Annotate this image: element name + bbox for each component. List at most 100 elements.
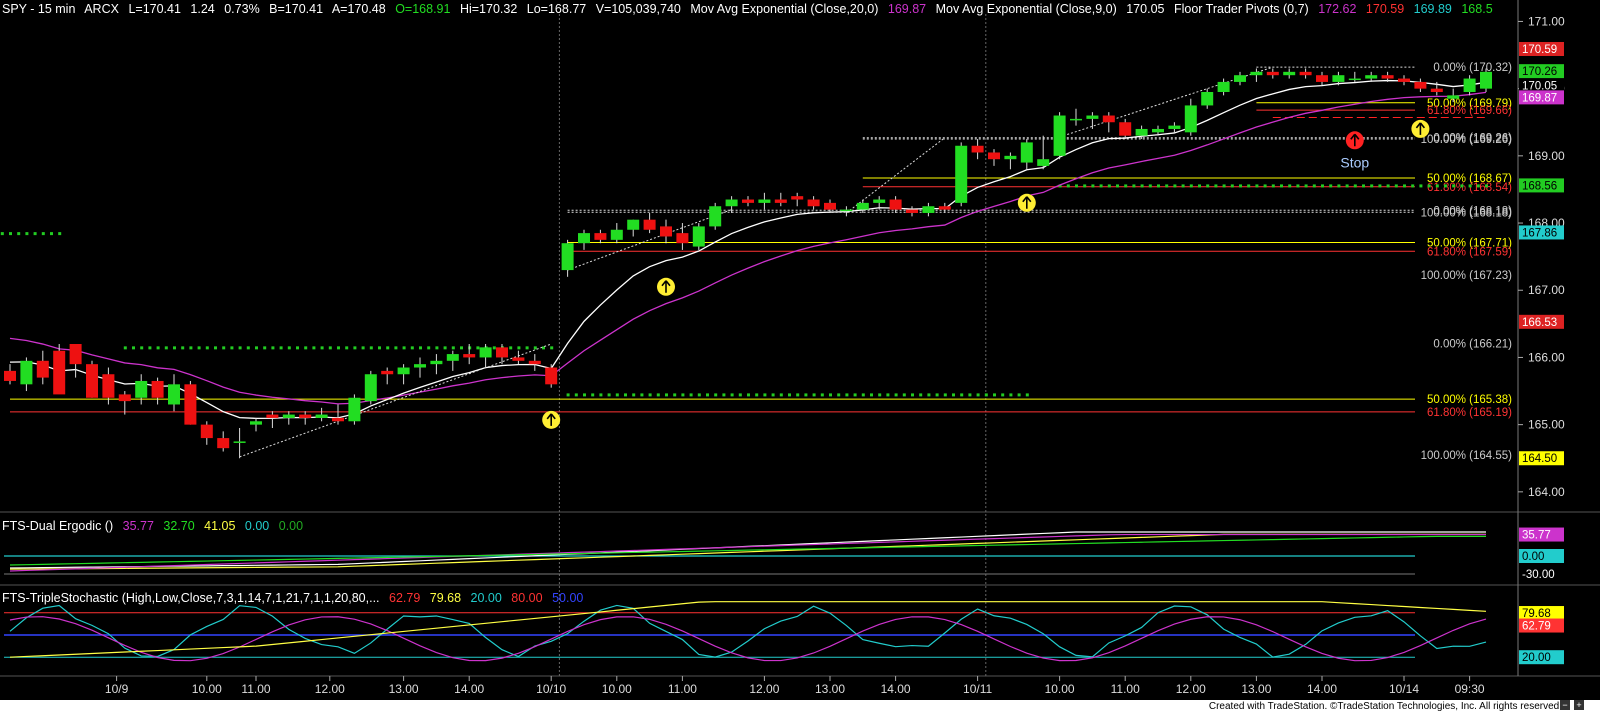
candle-up: [1184, 105, 1197, 133]
low-price: Lo=168.77: [526, 2, 587, 16]
pivot-dot: [1460, 184, 1464, 188]
candle-up: [725, 199, 738, 207]
candle-up: [1217, 81, 1230, 92]
pivot-dot: [730, 393, 734, 397]
pivot-dot: [369, 346, 373, 350]
candle-down: [676, 233, 689, 244]
pivot-dot: [427, 346, 431, 350]
candle-up: [135, 380, 148, 398]
pivot-dot: [1247, 184, 1251, 188]
candle-up: [561, 243, 574, 271]
pivot-dot: [706, 393, 709, 397]
pivot-dot: [886, 393, 890, 397]
stochastic-label: FTS-TripleStochastic (High,Low,Close,7,3…: [2, 591, 380, 605]
candle-down: [988, 152, 1000, 160]
stochastic-value-2: 79.68: [429, 591, 462, 605]
pivot-dot: [1435, 184, 1439, 188]
stop-label: Stop: [1340, 154, 1369, 170]
chart-header: SPY - 15 min ARCX L=170.41 1.24 0.73% B=…: [2, 2, 1499, 16]
pivot-dot: [763, 393, 767, 397]
candle-up: [1463, 78, 1476, 92]
candle-down: [1414, 81, 1427, 89]
x-tick-label: 14.00: [454, 682, 484, 696]
price-flag-label: 170.26: [1522, 66, 1557, 78]
exchange-label: ARCX: [84, 2, 119, 16]
pivot-dot: [263, 346, 267, 350]
pivots-r1: 170.59: [1365, 2, 1405, 16]
pivot-dot: [33, 232, 37, 236]
pivot-dot: [271, 346, 275, 350]
pivot-dot: [492, 346, 496, 350]
candle-down: [102, 374, 115, 398]
candle-up: [1201, 92, 1214, 106]
x-tick-label: 13.00: [389, 682, 419, 696]
candle-up: [1283, 71, 1296, 76]
candle-up: [479, 347, 492, 358]
x-tick-label: 10/10: [536, 682, 566, 696]
x-tick-label: 10.00: [1045, 682, 1075, 696]
pivot-dot: [829, 393, 832, 397]
y-tick-label: 167.00: [1528, 283, 1565, 297]
stochastic-value-5: 50.00: [552, 591, 584, 605]
pivots-label: Floor Trader Pivots (0,7): [1173, 2, 1309, 16]
pivot-dot: [640, 393, 644, 397]
candle-down: [151, 380, 164, 398]
candle-up: [1250, 71, 1263, 76]
ergodic-header: FTS-Dual Ergodic () 35.77 32.70 41.05 0.…: [2, 519, 309, 533]
pivot-dot: [1001, 393, 1005, 397]
candle-up: [1348, 78, 1361, 81]
pivot-dot: [1353, 184, 1357, 188]
pivot-dot: [460, 346, 463, 350]
x-tick-label: 10/14: [1389, 682, 1419, 696]
pivot-dot: [156, 346, 160, 350]
pivot-dot: [1288, 184, 1292, 188]
pivot-dot: [181, 346, 185, 350]
price-flag-label: 168.56: [1522, 180, 1557, 192]
pivot-dot: [566, 393, 570, 397]
zoom-in-icon[interactable]: +: [1574, 700, 1584, 710]
x-tick-label: 10/9: [105, 682, 129, 696]
price-chart[interactable]: 164.00165.00166.00167.00168.00169.00170.…: [0, 0, 1600, 714]
pivot-dot: [476, 346, 480, 350]
stoch-axis-label: 62.79: [1522, 621, 1551, 633]
candle-up: [758, 199, 771, 203]
pivot-dot: [1075, 184, 1078, 188]
candle-down: [1119, 122, 1132, 136]
pivot-dot: [902, 393, 906, 397]
zoom-out-icon[interactable]: −: [1560, 700, 1570, 710]
pivot-dot: [1386, 184, 1390, 188]
high-price: Hi=170.32: [459, 2, 518, 16]
pivot-dot: [1198, 184, 1201, 188]
pivot-dot: [230, 346, 234, 350]
pivot-dot: [820, 393, 824, 397]
pivot-dot: [837, 393, 841, 397]
pivot-dot: [665, 393, 668, 397]
pivot-dot: [656, 393, 660, 397]
pct-change: 0.73%: [224, 2, 260, 16]
pivot-dot: [1263, 184, 1267, 188]
candle-down: [824, 202, 836, 210]
candle-down: [118, 394, 131, 402]
fib-label: 0.00% (169.26): [1433, 133, 1512, 145]
pivot-dot: [1345, 184, 1349, 188]
candle-down: [463, 354, 476, 358]
ask-price: A=170.48: [331, 2, 386, 16]
pivot-dot: [960, 393, 964, 397]
pivot-dot: [386, 346, 390, 350]
x-tick-label: 11.00: [241, 682, 270, 696]
pivot-dot: [435, 346, 439, 350]
fib-label: 100.00% (167.23): [1421, 270, 1513, 282]
last-price: L=170.41: [128, 2, 181, 16]
pivot-dot: [312, 346, 316, 350]
pivot-dot: [1452, 184, 1456, 188]
fib-label: 61.80% (168.54): [1427, 182, 1512, 194]
candle-up: [1447, 95, 1460, 99]
pivot-dot: [1173, 184, 1177, 188]
pivot-dot: [394, 346, 398, 350]
candle-up: [1135, 128, 1148, 136]
pivot-dot: [148, 346, 152, 350]
pivot-dot: [205, 346, 209, 350]
pivot-dot: [378, 346, 381, 350]
pivot-dot: [1083, 184, 1087, 188]
candle-up: [709, 206, 722, 227]
